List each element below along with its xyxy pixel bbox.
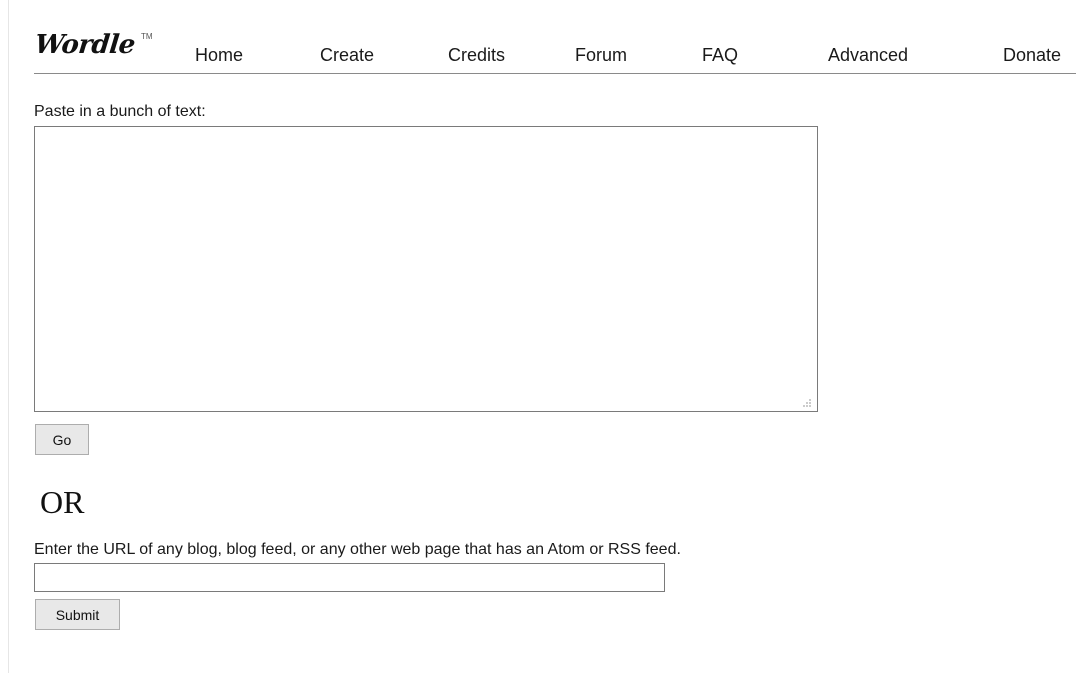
url-input[interactable] <box>34 563 665 592</box>
resize-grip-icon[interactable] <box>800 396 812 408</box>
nav-donate-link[interactable]: Donate <box>1003 45 1061 66</box>
submit-button[interactable]: Submit <box>35 599 120 630</box>
paste-text-label: Paste in a bunch of text: <box>34 103 206 120</box>
header: Wordle TM Home Create Credits Forum FAQ … <box>33 28 1076 74</box>
nav-faq-link[interactable]: FAQ <box>702 45 738 66</box>
nav-forum-link[interactable]: Forum <box>575 45 627 66</box>
go-button[interactable]: Go <box>35 424 89 455</box>
nav-create-link[interactable]: Create <box>320 45 374 66</box>
nav-home-link[interactable]: Home <box>195 45 243 66</box>
paste-text-area[interactable] <box>34 126 818 412</box>
trademark-mark: TM <box>141 32 153 41</box>
nav-advanced-link[interactable]: Advanced <box>828 45 908 66</box>
left-divider <box>8 0 9 673</box>
url-instructions-label: Enter the URL of any blog, blog feed, or… <box>34 541 681 558</box>
page: Wordle TM Home Create Credits Forum FAQ … <box>0 0 1091 673</box>
nav-credits-link[interactable]: Credits <box>448 45 505 66</box>
wordle-logo[interactable]: Wordle <box>33 30 136 60</box>
or-separator-heading: OR <box>40 484 85 520</box>
